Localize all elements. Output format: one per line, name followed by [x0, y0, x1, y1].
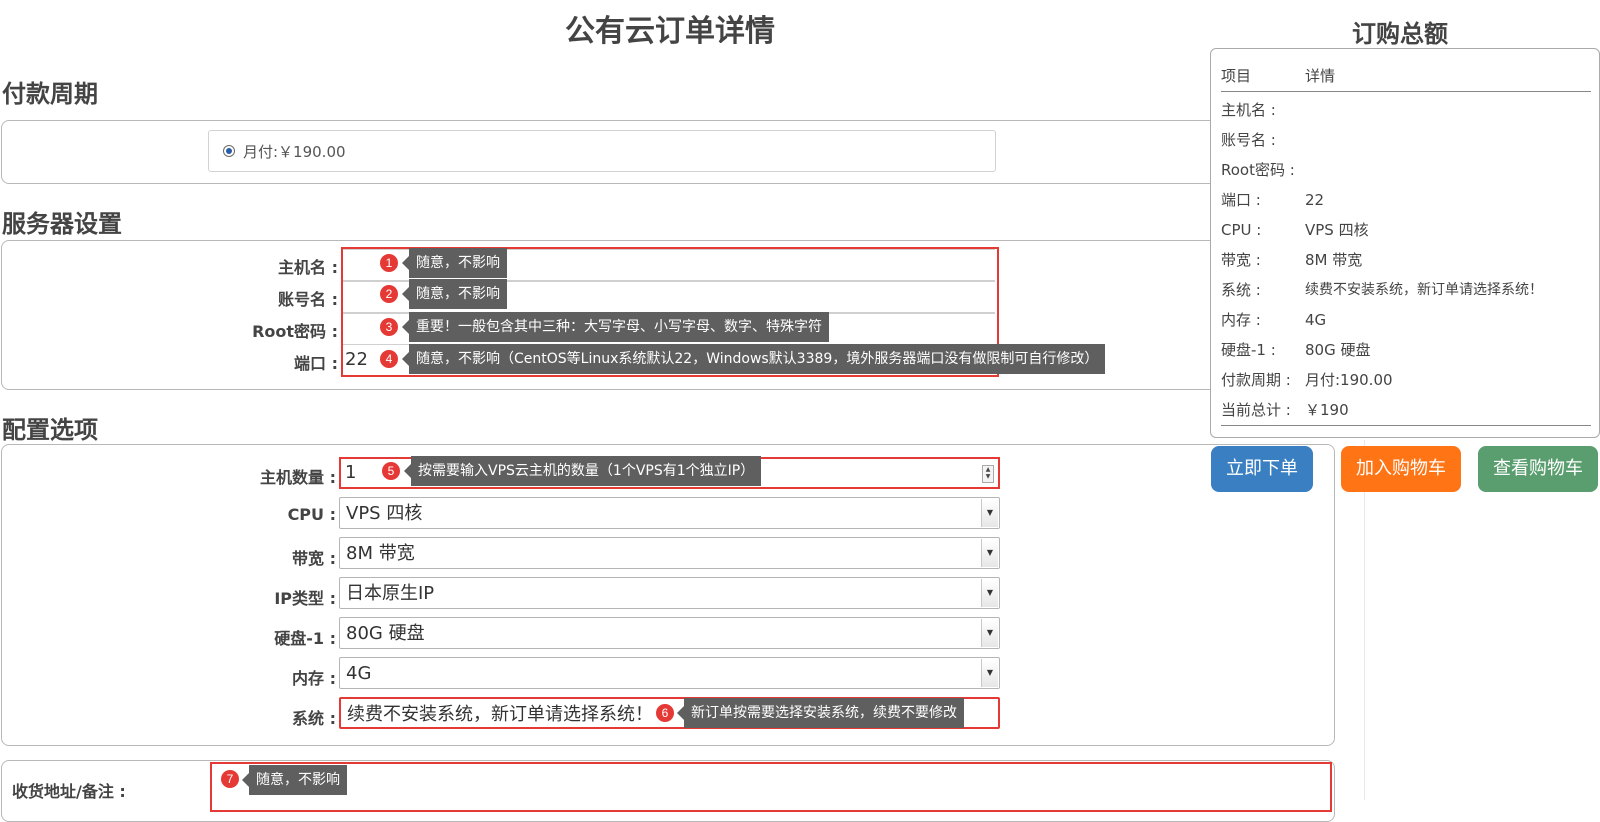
disk-label: 硬盘-1 :	[274, 629, 336, 648]
radio-selected-icon[interactable]	[223, 145, 235, 157]
notes-input[interactable]	[210, 762, 1332, 812]
payment-option-label: 月付:￥190.00	[243, 143, 346, 161]
tooltip-hostname: 随意，不影响	[402, 248, 507, 278]
view-cart-button[interactable]: 查看购物车	[1478, 446, 1598, 492]
disk-select[interactable]: 80G 硬盘 ▼	[339, 617, 1000, 649]
annotation-badge-5: 5	[382, 462, 400, 480]
chevron-down-icon[interactable]: ▼	[981, 619, 998, 647]
chevron-down-icon[interactable]: ▼	[981, 659, 998, 687]
account-label: 账号名 :	[278, 290, 338, 309]
summary-header: 项目 详情	[1221, 61, 1591, 92]
order-now-button[interactable]: 立即下单	[1211, 446, 1313, 492]
tooltip-notes: 随意，不影响	[242, 765, 347, 795]
qty-label: 主机数量 :	[260, 468, 336, 487]
annotation-badge-1: 1	[380, 254, 398, 272]
hostname-label: 主机名 :	[278, 258, 338, 277]
notes-label: 收货地址/备注 :	[12, 782, 126, 801]
config-section-title: 配置选项	[2, 416, 98, 444]
cpu-select[interactable]: VPS 四核 ▼	[339, 497, 1000, 529]
chevron-down-icon[interactable]: ▼	[981, 539, 998, 567]
root-password-label: Root密码 :	[252, 322, 338, 341]
annotation-badge-6: 6	[656, 704, 674, 722]
order-summary-panel: 项目 详情 主机名 : 账号名 : Root密码 : 端口 :22 CPU :V…	[1210, 48, 1600, 438]
annotation-badge-7: 7	[221, 770, 239, 788]
tooltip-port: 随意，不影响（CentOS等Linux系统默认22，Windows默认3389，…	[401, 344, 1106, 374]
add-to-cart-button[interactable]: 加入购物车	[1341, 446, 1461, 492]
system-label: 系统 :	[292, 709, 336, 728]
bandwidth-select[interactable]: 8M 带宽 ▼	[339, 537, 1000, 569]
payment-section-title: 付款周期	[2, 80, 98, 108]
port-label: 端口 :	[294, 354, 338, 373]
server-section-title: 服务器设置	[2, 210, 122, 238]
memory-select[interactable]: 4G ▼	[339, 657, 1000, 689]
summary-title: 订购总额	[1352, 20, 1448, 48]
cpu-label: CPU :	[287, 505, 336, 524]
tooltip-root-password: 重要！一般包含其中三种：大写字母、小写字母、数字、特殊字符	[402, 312, 829, 342]
tooltip-account: 随意，不影响	[402, 279, 507, 309]
annotation-badge-4: 4	[380, 350, 398, 368]
summary-total-row: 当前总计 : ￥190	[1221, 395, 1591, 426]
bandwidth-label: 带宽 :	[292, 549, 336, 568]
annotation-badge-2: 2	[380, 285, 398, 303]
payment-option-monthly[interactable]: 月付:￥190.00	[208, 130, 996, 172]
page-title: 公有云订单详情	[565, 14, 775, 49]
tooltip-qty: 按需要输入VPS云主机的数量（1个VPS有1个独立IP）	[403, 456, 762, 486]
chevron-down-icon[interactable]: ▼	[981, 579, 998, 607]
stepper-icon[interactable]: ▲ ▼	[982, 465, 994, 483]
chevron-down-icon[interactable]: ▼	[981, 499, 998, 527]
memory-label: 内存 :	[292, 669, 336, 688]
column-divider	[1364, 440, 1365, 800]
tooltip-system: 新订单按需要选择安装系统，续费不要修改	[677, 698, 964, 728]
ip-type-select[interactable]: 日本原生IP ▼	[339, 577, 1000, 609]
annotation-badge-3: 3	[380, 318, 398, 336]
ip-type-label: IP类型 :	[274, 589, 336, 608]
